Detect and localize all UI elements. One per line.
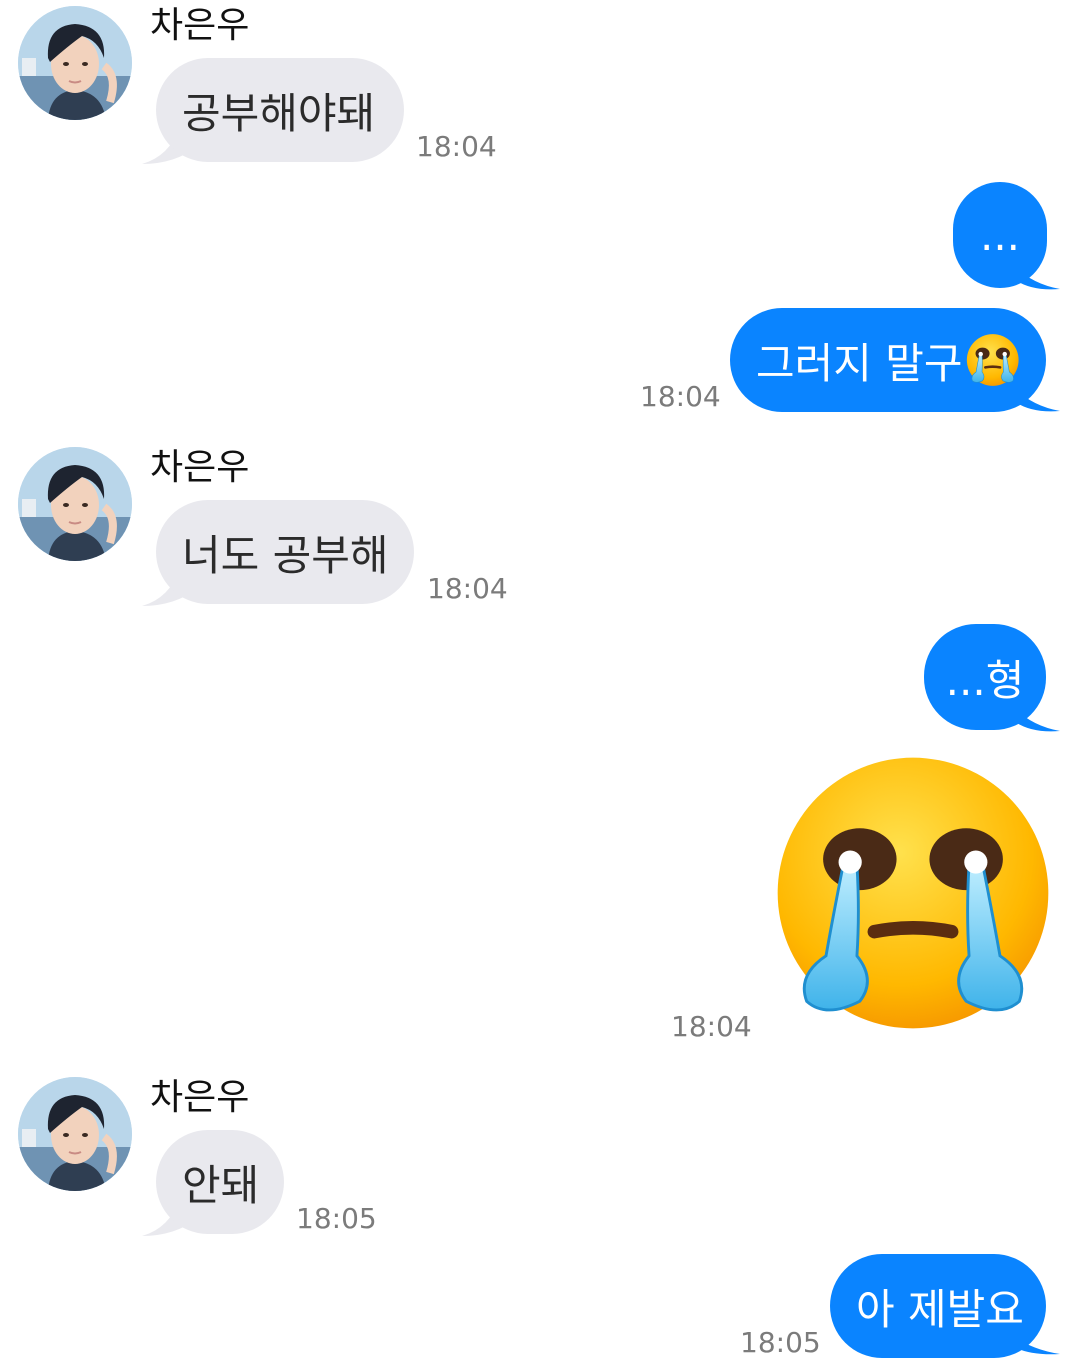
message-timestamp: 18:04 [427,572,508,605]
message-timestamp: 18:05 [296,1202,377,1235]
outgoing-message-bubble[interactable]: ...형 [924,624,1046,730]
message-text: 안돼 [182,1160,260,1210]
message-text: 너도 공부해 [182,530,389,580]
message-timestamp: 18:04 [671,1010,752,1043]
crying-face-emoji [965,330,1020,390]
message-timestamp: 18:05 [740,1326,821,1359]
outgoing-message-bubble[interactable]: 그러지 말구 [730,308,1046,412]
outgoing-message-bubble[interactable]: ... [953,182,1047,288]
message-text: 공부해야돼 [182,88,376,138]
incoming-message-bubble[interactable]: 공부해야돼 [156,58,404,162]
message-text: 아 제발요 [856,1284,1024,1334]
sender-name: 차은우 [150,1077,250,1118]
sender-name: 차은우 [150,5,250,46]
crying-face-sticker[interactable] [768,748,1058,1038]
avatar[interactable] [18,1077,132,1191]
message-text: 그러지 말구 [756,338,963,388]
incoming-message-bubble[interactable]: 너도 공부해 [156,500,414,604]
message-timestamp: 18:04 [416,130,497,163]
outgoing-message-bubble[interactable]: 아 제발요 [830,1254,1046,1358]
message-text: ... [979,210,1021,260]
incoming-message-bubble[interactable]: 안돼 [156,1130,284,1234]
avatar[interactable] [18,6,132,120]
message-text: ...형 [945,655,1025,705]
sender-name: 차은우 [150,447,250,488]
message-timestamp: 18:04 [640,380,721,413]
avatar[interactable] [18,447,132,561]
